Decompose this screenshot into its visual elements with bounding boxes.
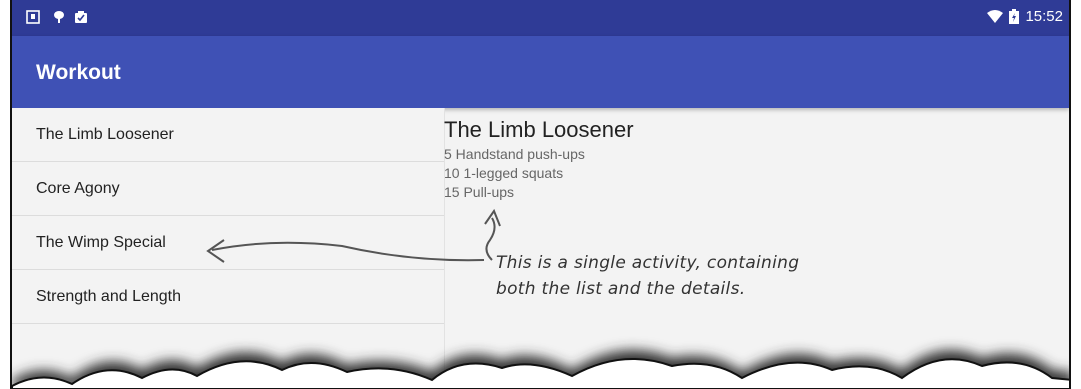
- torn-paper-edge: [12, 350, 1069, 389]
- tablet-screen: 15:52 Workout The Limb Loosener Core Ago…: [10, 0, 1071, 389]
